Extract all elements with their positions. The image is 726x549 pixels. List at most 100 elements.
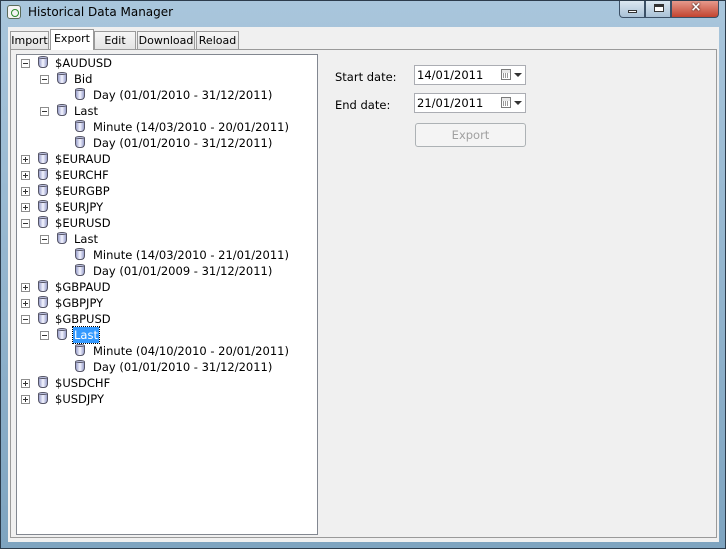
tree-node[interactable]: Minute (14/03/2010 - 20/01/2011) (17, 119, 317, 135)
database-icon (74, 264, 86, 278)
tree-node-label[interactable]: Day (01/01/2009 - 31/12/2011) (92, 263, 273, 279)
database-icon (74, 88, 86, 102)
tree-node[interactable]: $EURJPY (17, 199, 317, 215)
tree-node-label[interactable]: Day (01/01/2010 - 31/12/2011) (92, 135, 273, 151)
expand-icon[interactable] (21, 283, 30, 292)
database-icon (56, 72, 68, 86)
symbol-tree[interactable]: $AUDUSD Bid Day (01/01/2010 - 31/12/2011) L… (16, 54, 318, 535)
tab-edit[interactable]: Edit (94, 31, 136, 49)
collapse-icon[interactable] (40, 75, 49, 84)
tree-node-label[interactable]: Minute (04/10/2010 - 20/01/2011) (92, 343, 290, 359)
app-window: Historical Data Manager × Import Export … (0, 0, 726, 549)
start-date-picker[interactable]: 14/01/2011 (414, 65, 526, 85)
database-icon (37, 200, 49, 214)
database-icon (56, 232, 68, 246)
tree-node[interactable]: $GBPUSD (17, 311, 317, 327)
tab-import[interactable]: Import (10, 31, 49, 49)
tree-node-label[interactable]: Day (01/01/2010 - 31/12/2011) (92, 87, 273, 103)
tree-node-label[interactable]: Minute (14/03/2010 - 20/01/2011) (92, 119, 290, 135)
tree-node-label[interactable]: Minute (14/03/2010 - 21/01/2011) (92, 247, 290, 263)
tree-node-label[interactable]: Day (01/01/2010 - 31/12/2011) (92, 359, 273, 375)
tree-node[interactable]: Last (17, 326, 317, 344)
export-tab-page: $AUDUSD Bid Day (01/01/2010 - 31/12/2011) L… (10, 49, 717, 538)
tree-node-label[interactable]: Last (73, 103, 99, 119)
tree-node[interactable]: Last (17, 231, 317, 247)
expand-icon[interactable] (21, 155, 30, 164)
tree-node[interactable]: $GBPAUD (17, 279, 317, 295)
collapse-icon[interactable] (40, 235, 49, 244)
tree-node[interactable]: Day (01/01/2010 - 31/12/2011) (17, 359, 317, 375)
tree-node-label[interactable]: $EURJPY (54, 199, 104, 215)
end-date-value: 21/01/2011 (417, 96, 484, 110)
tree-node-label[interactable]: $GBPJPY (54, 295, 104, 311)
database-icon (56, 328, 68, 342)
tree-node[interactable]: $EURCHF (17, 167, 317, 183)
start-date-value: 14/01/2011 (417, 68, 484, 82)
tree-node[interactable]: $EURUSD (17, 215, 317, 231)
tree-node[interactable]: Day (01/01/2010 - 31/12/2011) (17, 135, 317, 151)
tree-node[interactable]: Minute (04/10/2010 - 20/01/2011) (17, 343, 317, 359)
tree-node-label[interactable]: $GBPUSD (54, 311, 112, 327)
tree-node[interactable]: Last (17, 103, 317, 119)
database-icon (37, 280, 49, 294)
database-icon (37, 312, 49, 326)
calendar-icon[interactable] (501, 97, 511, 108)
database-icon (37, 216, 49, 230)
app-icon (7, 5, 21, 19)
tree-node-label[interactable]: Bid (73, 71, 93, 87)
database-icon (74, 120, 86, 134)
tree-node-label[interactable]: $EURGBP (54, 183, 111, 199)
tab-export[interactable]: Export (50, 29, 94, 50)
collapse-icon[interactable] (21, 59, 30, 68)
close-button[interactable]: × (671, 0, 719, 18)
database-icon (37, 184, 49, 198)
database-icon (74, 136, 86, 150)
title-bar[interactable]: Historical Data Manager × (1, 0, 725, 25)
collapse-icon[interactable] (21, 219, 30, 228)
end-date-label: End date: (335, 98, 391, 112)
expand-icon[interactable] (21, 187, 30, 196)
database-icon (37, 152, 49, 166)
tree-node-label[interactable]: $GBPAUD (54, 279, 111, 295)
tree-node[interactable]: $GBPJPY (17, 295, 317, 311)
database-icon (37, 296, 49, 310)
expand-icon[interactable] (21, 395, 30, 404)
tree-node[interactable]: Minute (14/03/2010 - 21/01/2011) (17, 247, 317, 263)
end-date-picker[interactable]: 21/01/2011 (414, 93, 526, 113)
export-button[interactable]: Export (415, 123, 526, 147)
database-icon (37, 376, 49, 390)
tree-node[interactable]: $EURGBP (17, 183, 317, 199)
expand-icon[interactable] (21, 379, 30, 388)
collapse-icon[interactable] (40, 107, 49, 116)
tree-node-label[interactable]: Last (72, 326, 100, 344)
database-icon (37, 392, 49, 406)
database-icon (37, 56, 49, 70)
tree-node-label[interactable]: $USDCHF (54, 375, 111, 391)
expand-icon[interactable] (21, 203, 30, 212)
tree-node[interactable]: $USDCHF (17, 375, 317, 391)
tree-node[interactable]: $EURAUD (17, 151, 317, 167)
minimize-button[interactable] (619, 1, 645, 18)
tab-reload[interactable]: Reload (196, 31, 239, 49)
tree-node[interactable]: $USDJPY (17, 391, 317, 407)
collapse-icon[interactable] (40, 331, 49, 340)
tree-node-label[interactable]: $USDJPY (54, 391, 105, 407)
tree-node-label[interactable]: $EURAUD (54, 151, 112, 167)
tree-node-label[interactable]: $AUDUSD (54, 55, 113, 71)
tree-node-label[interactable]: $EURUSD (54, 215, 112, 231)
maximize-button[interactable] (645, 1, 671, 18)
start-date-label: Start date: (335, 70, 397, 84)
tree-node[interactable]: Day (01/01/2009 - 31/12/2011) (17, 263, 317, 279)
expand-icon[interactable] (21, 171, 30, 180)
calendar-icon[interactable] (501, 69, 511, 80)
tree-node[interactable]: $AUDUSD (17, 55, 317, 71)
chevron-down-icon[interactable] (514, 101, 522, 105)
collapse-icon[interactable] (21, 315, 30, 324)
tree-node-label[interactable]: $EURCHF (54, 167, 110, 183)
expand-icon[interactable] (21, 299, 30, 308)
tree-node-label[interactable]: Last (73, 231, 99, 247)
tab-download[interactable]: Download (137, 31, 195, 49)
chevron-down-icon[interactable] (514, 73, 522, 77)
tree-node[interactable]: Bid (17, 71, 317, 87)
tree-node[interactable]: Day (01/01/2010 - 31/12/2011) (17, 87, 317, 103)
